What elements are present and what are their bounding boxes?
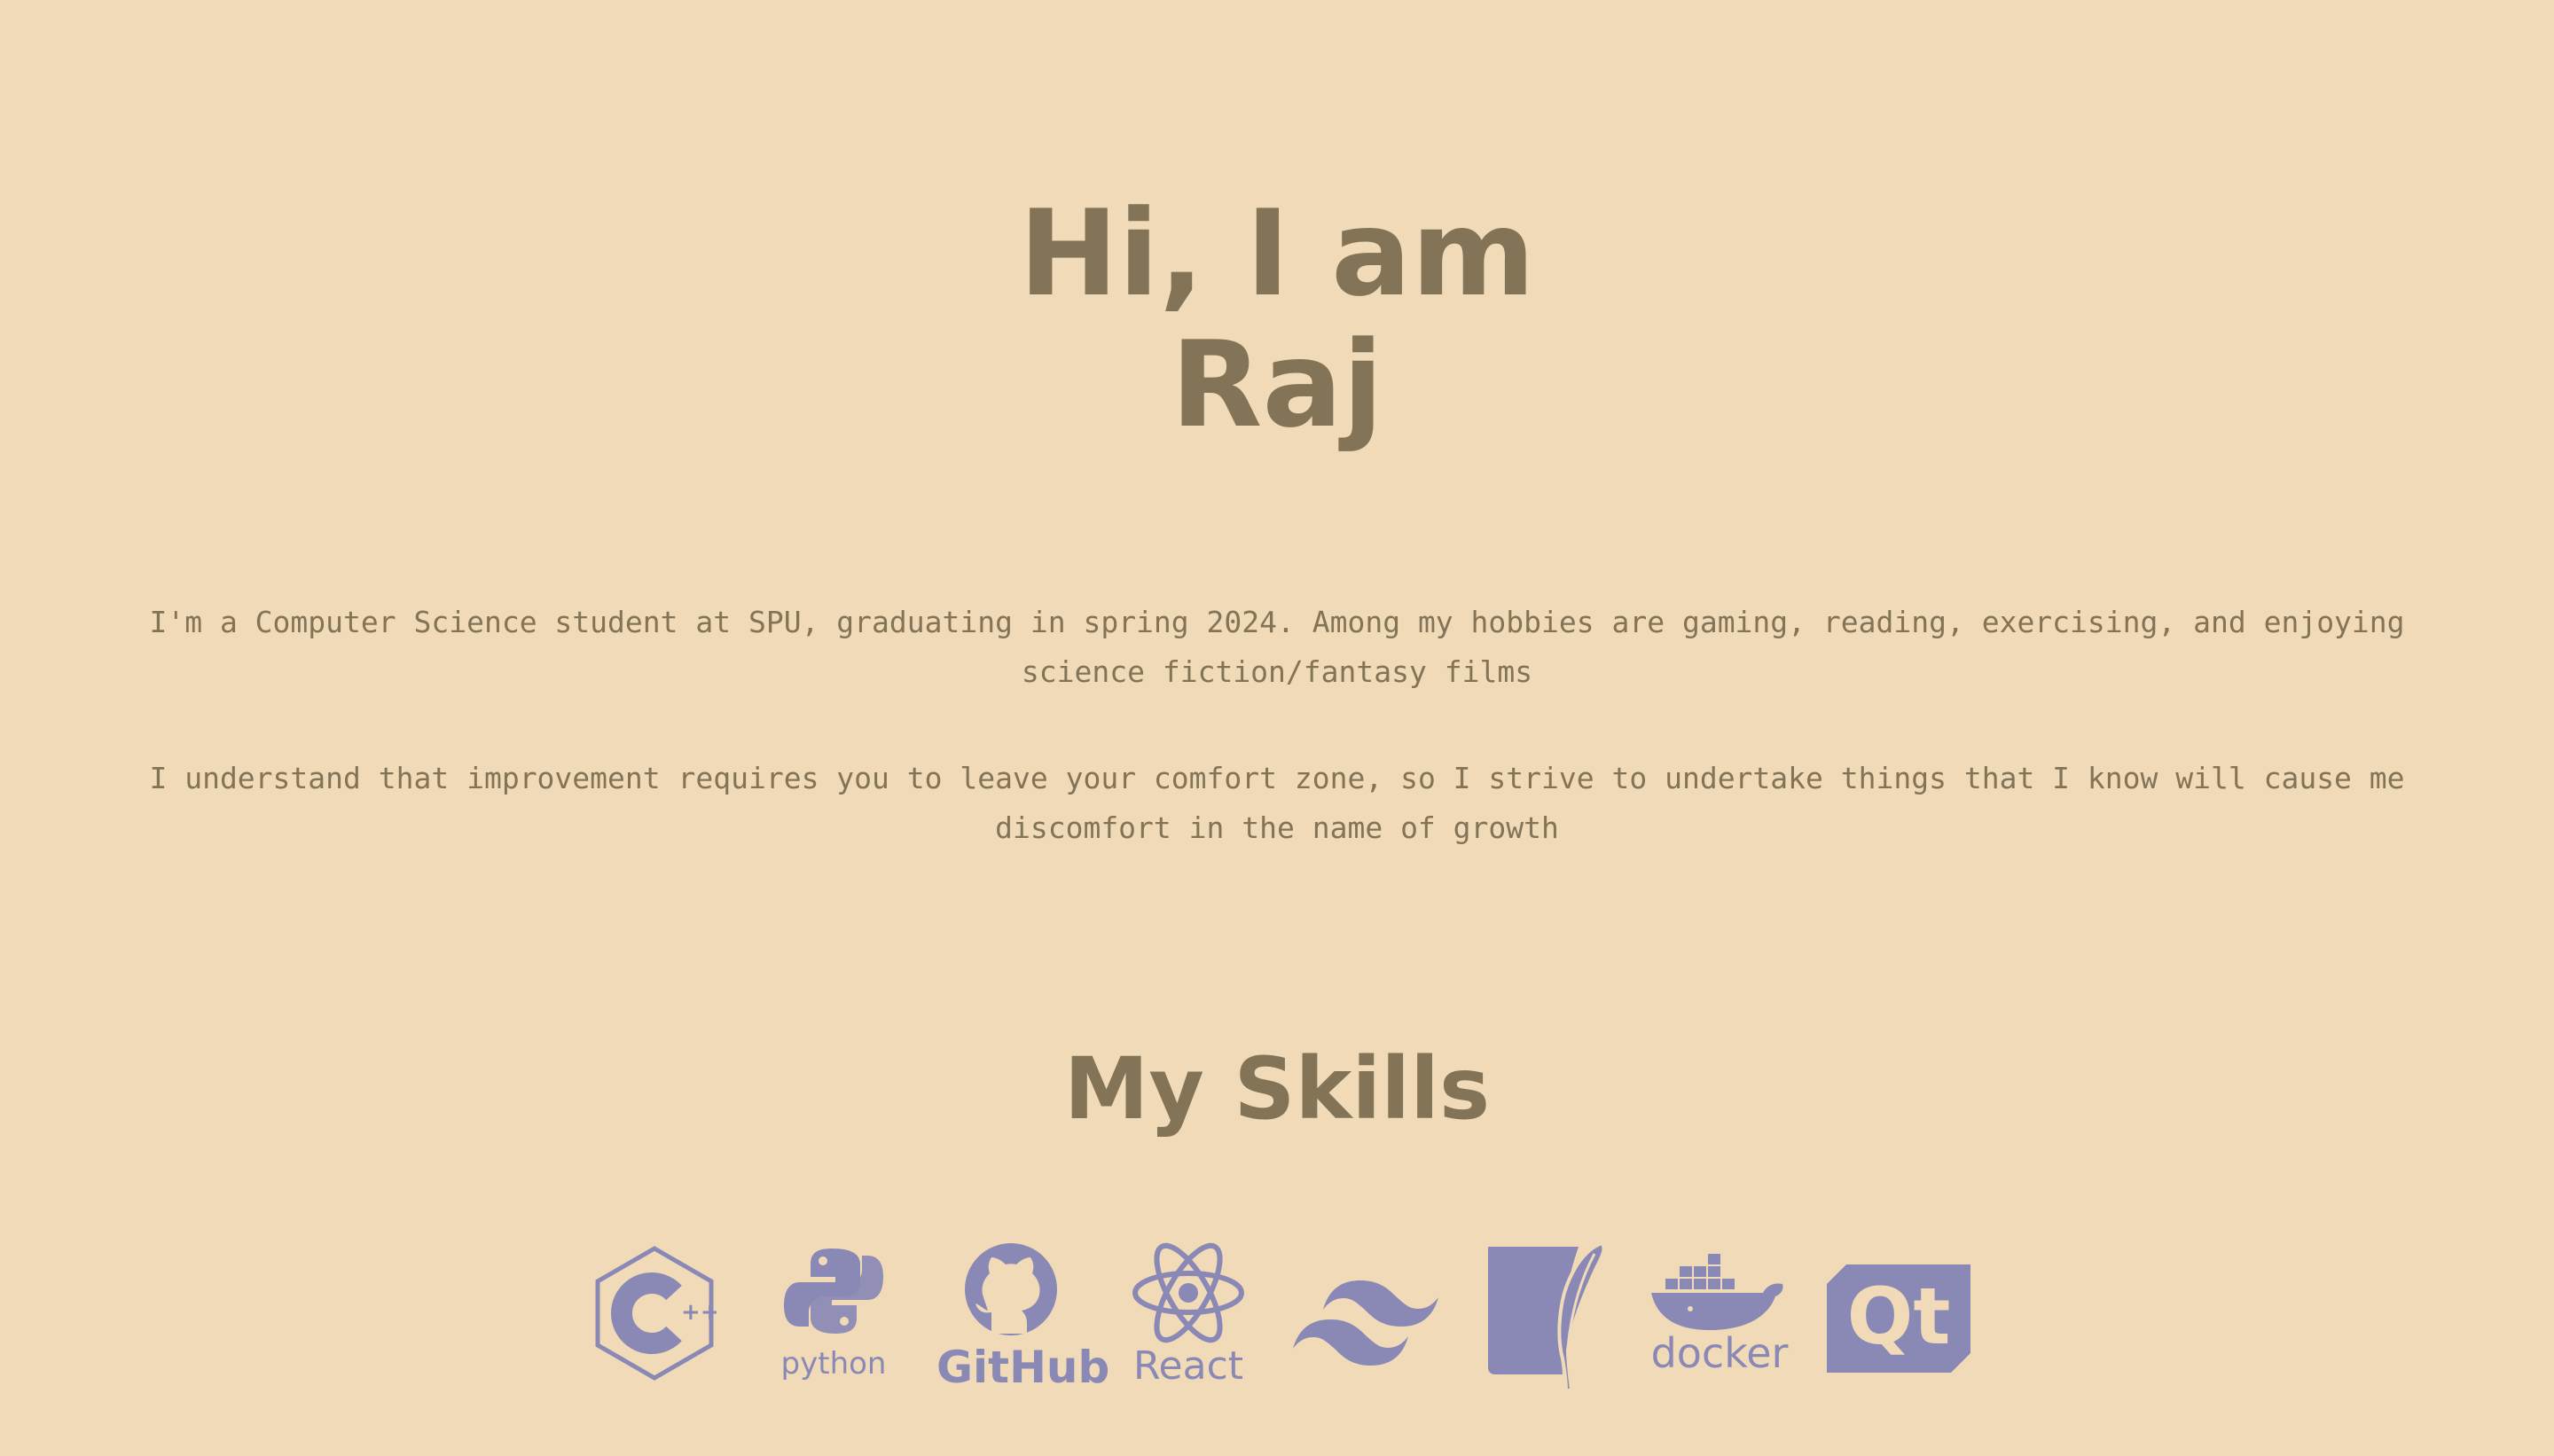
react-icon: React [1128,1241,1249,1392]
bio-paragraph-1: I'm a Computer Science student at SPU, g… [149,605,2405,689]
github-icon: GitHub [936,1241,1110,1393]
qt-label: Qt [1846,1271,1951,1362]
docker-icon: docker [1648,1241,1791,1392]
hero-name: Raj [1171,316,1383,454]
portfolio-page: Hi, I am Raj I'm a Computer Science stud… [0,0,2554,1456]
tailwind-icon [1293,1241,1438,1392]
python-icon: python [780,1241,887,1392]
hero-greeting: Hi, I am [1018,184,1536,323]
sqlite-icon [1479,1241,1610,1392]
svg-text:++: ++ [681,1299,717,1326]
qt-icon: Qt [1827,1241,1970,1392]
react-label: React [1132,1343,1244,1389]
docker-label: docker [1650,1329,1789,1377]
bio-paragraph-2: I understand that improvement requires y… [149,761,2405,845]
skills-icons-row: ++ python GitHub React docker Qt [0,1241,2554,1401]
cplusplus-icon: ++ [592,1241,717,1392]
python-label: python [780,1346,887,1382]
github-label: GitHub [936,1342,1110,1393]
hero-title: Hi, I am Raj [0,188,2554,450]
skills-title: My Skills [1063,1039,1491,1139]
